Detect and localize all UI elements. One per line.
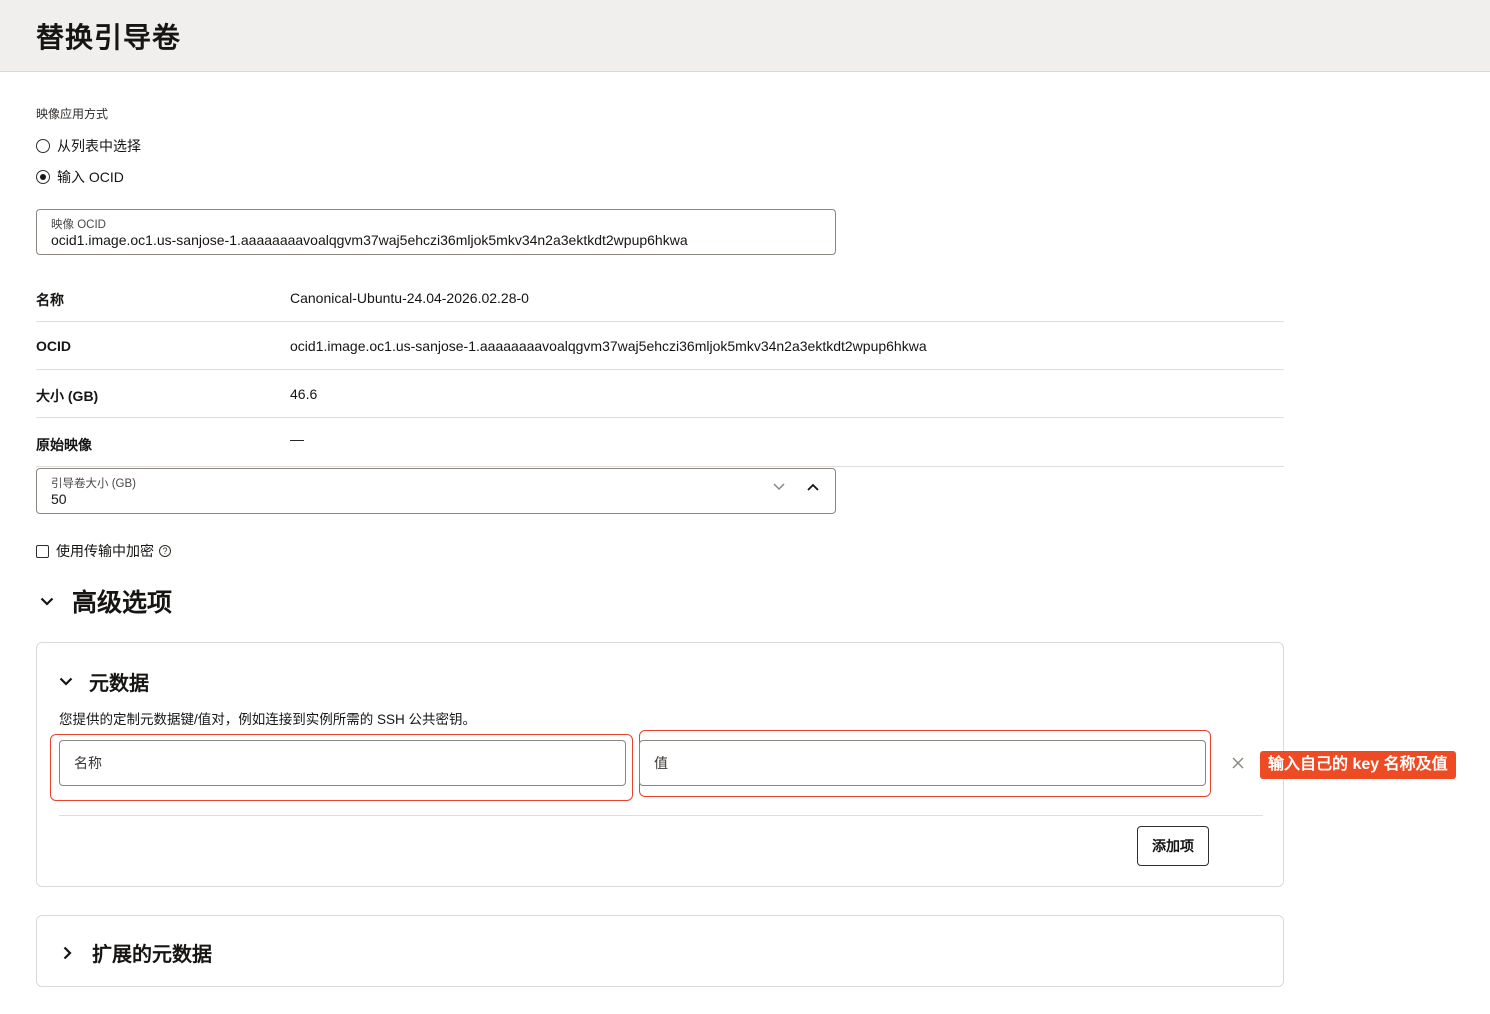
checkbox-icon[interactable] [36,544,49,558]
extended-metadata-panel: 扩展的元数据 [36,915,1284,987]
detail-value: 46.6 [290,386,318,402]
radio-select-from-list[interactable]: 从列表中选择 [36,136,141,156]
annotation-callout: 输入自己的 key 名称及值 [1260,751,1456,779]
metadata-value-input[interactable] [639,740,1206,786]
encryption-label: 使用传输中加密 [56,543,154,559]
advanced-options-toggle[interactable]: 高级选项 [36,583,172,619]
boot-volume-size-label: 引导卷大小 (GB) [51,478,136,490]
detail-value: Canonical-Ubuntu-24.04-2026.02.28-0 [290,290,529,306]
boot-volume-size-field[interactable]: 引导卷大小 (GB) 50 [36,468,836,514]
metadata-description: 您提供的定制元数据键/值对，例如连接到实例所需的 SSH 公共密钥。 [59,712,477,727]
radio-circle-icon[interactable] [36,139,50,153]
detail-key: 大小 (GB) [36,388,99,404]
boot-volume-size-value[interactable]: 50 [51,491,67,507]
image-ocid-field[interactable]: 映像 OCID ocid1.image.oc1.us-sanjose-1.aaa… [36,209,836,255]
metadata-value-field[interactable] [640,741,1205,785]
chevron-down-icon[interactable] [773,483,785,491]
image-ocid-label: 映像 OCID [51,219,106,231]
close-icon[interactable] [1232,757,1244,769]
metadata-name-field[interactable] [60,741,625,785]
chevron-right-icon[interactable] [63,946,72,960]
radio-label: 从列表中选择 [57,138,141,154]
page-header: 替换引导卷 [0,0,1490,72]
page-title: 替换引导卷 [36,22,182,53]
detail-row-source-image: 原始映像 — [36,419,1284,467]
detail-row-name: 名称 Canonical-Ubuntu-24.04-2026.02.28-0 [36,274,1284,322]
detail-key: OCID [36,338,71,354]
chevron-down-icon[interactable] [59,677,73,686]
metadata-toggle[interactable]: 元数据 [59,667,149,696]
extended-metadata-toggle[interactable]: 扩展的元数据 [59,938,212,967]
detail-key: 名称 [36,292,64,308]
radio-enter-ocid[interactable]: 输入 OCID [36,167,124,187]
image-ocid-value[interactable]: ocid1.image.oc1.us-sanjose-1.aaaaaaaavoa… [51,232,688,248]
advanced-options-title: 高级选项 [72,589,173,617]
metadata-title: 元数据 [89,673,149,695]
metadata-name-input[interactable] [59,740,626,786]
detail-key: 原始映像 [36,437,92,453]
encryption-checkbox[interactable]: 使用传输中加密 ? [36,541,171,561]
question-circle-icon[interactable]: ? [159,545,171,557]
chevron-down-icon[interactable] [40,597,54,606]
radio-label: 输入 OCID [57,169,124,185]
image-source-label: 映像应用方式 [36,107,109,121]
extended-metadata-title: 扩展的元数据 [92,944,212,966]
radio-checked-icon[interactable] [36,170,50,184]
detail-value: ocid1.image.oc1.us-sanjose-1.aaaaaaaavoa… [290,338,927,354]
detail-row-ocid: OCID ocid1.image.oc1.us-sanjose-1.aaaaaa… [36,322,1284,370]
detail-row-size: 大小 (GB) 46.6 [36,370,1284,418]
chevron-up-icon[interactable] [807,483,819,491]
divider [59,815,1263,816]
add-item-button[interactable]: 添加项 [1137,826,1209,866]
detail-value: — [290,431,304,447]
metadata-panel: 元数据 您提供的定制元数据键/值对，例如连接到实例所需的 SSH 公共密钥。 添… [36,642,1284,887]
